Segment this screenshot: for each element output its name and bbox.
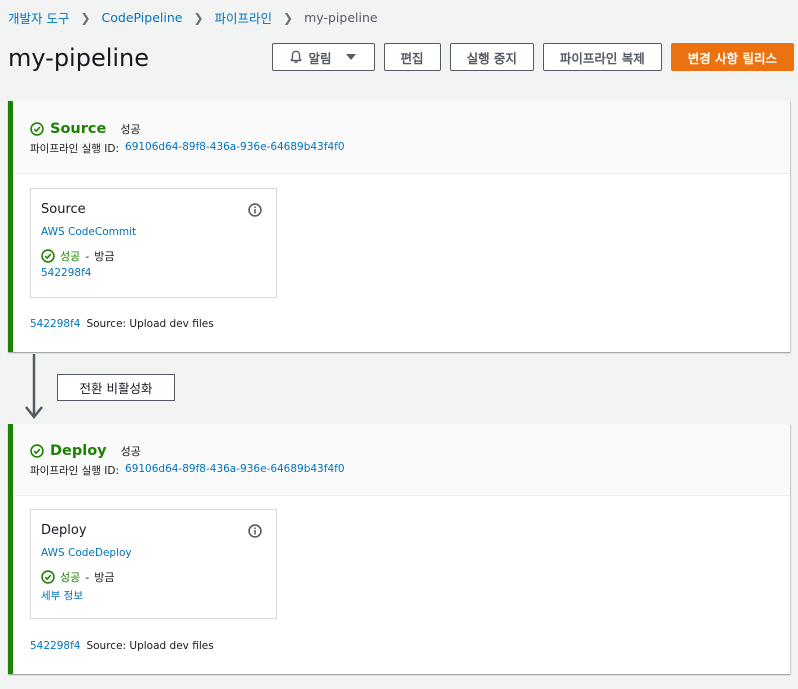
chevron-right-icon: ❯	[80, 10, 91, 25]
action-detail-link[interactable]: 542298f4	[41, 267, 266, 279]
chevron-right-icon: ❯	[193, 10, 204, 25]
commit-row: 542298f4 Source: Upload dev files	[30, 640, 214, 652]
info-icon[interactable]	[248, 203, 262, 217]
notify-button[interactable]: 알림	[271, 43, 375, 71]
action-status: 성공 - 방금	[41, 248, 266, 264]
page-title: my-pipeline	[8, 44, 150, 72]
action-status-time: 방금	[94, 250, 115, 263]
breadcrumb: 개발자 도구 ❯ CodePipeline ❯ 파이프라인 ❯ my-pipel…	[8, 8, 378, 27]
breadcrumb-pipelines[interactable]: 파이프라인	[215, 8, 273, 27]
action-card: Source AWS CodeCommit 성공 - 방금 542298f4	[30, 188, 277, 298]
status-separator: -	[85, 249, 90, 263]
commit-message: Source: Upload dev files	[86, 318, 214, 330]
execution-id-label: 파이프라인 실행 ID:	[30, 465, 120, 477]
chevron-right-icon: ❯	[283, 10, 294, 25]
action-status: 성공 - 방금	[41, 569, 266, 585]
success-check-icon	[30, 122, 44, 136]
success-check-icon	[30, 444, 44, 458]
stage-source: Source 성공 파이프라인 실행 ID: 69106d64-89f8-436…	[8, 101, 790, 352]
transition-arrow-icon	[25, 354, 43, 420]
clone-pipeline-button[interactable]: 파이프라인 복제	[542, 43, 662, 71]
success-check-icon	[41, 249, 55, 263]
stage-name: Deploy	[50, 443, 107, 459]
commit-id-link[interactable]: 542298f4	[30, 640, 80, 652]
stage-header: Deploy 성공 파이프라인 실행 ID: 69106d64-89f8-436…	[13, 424, 790, 496]
caret-down-icon	[345, 54, 356, 60]
status-separator: -	[85, 570, 90, 584]
breadcrumb-codepipeline[interactable]: CodePipeline	[102, 10, 183, 25]
action-detail-link[interactable]: 세부 정보	[41, 588, 266, 603]
stage-status: 성공	[120, 123, 141, 136]
action-provider-link[interactable]: AWS CodeDeploy	[41, 547, 266, 559]
stop-execution-button[interactable]: 실행 중지	[449, 43, 534, 71]
success-check-icon	[41, 570, 55, 584]
action-status-time: 방금	[94, 571, 115, 584]
stage-header: Source 성공 파이프라인 실행 ID: 69106d64-89f8-436…	[13, 101, 790, 174]
release-change-button[interactable]: 변경 사항 릴리스	[670, 43, 794, 71]
action-name: Deploy	[41, 523, 87, 538]
action-name: Source	[41, 202, 86, 217]
execution-id-label: 파이프라인 실행 ID:	[30, 143, 120, 155]
bell-icon	[290, 50, 302, 64]
action-provider-link[interactable]: AWS CodeCommit	[41, 226, 266, 238]
stage-status: 성공	[120, 445, 141, 458]
header-actions: 알림 편집 실행 중지 파이프라인 복제 변경 사항 릴리스	[271, 43, 794, 71]
breadcrumb-current: my-pipeline	[304, 10, 378, 25]
action-status-text: 성공	[60, 250, 81, 263]
action-status-text: 성공	[60, 571, 81, 584]
execution-id-link[interactable]: 69106d64-89f8-436a-936e-64689b43f4f0	[125, 141, 344, 156]
notify-label: 알림	[308, 50, 332, 66]
commit-id-link[interactable]: 542298f4	[30, 318, 80, 330]
stage-name: Source	[50, 121, 107, 137]
info-icon[interactable]	[248, 524, 262, 538]
commit-row: 542298f4 Source: Upload dev files	[30, 318, 214, 330]
breadcrumb-developer-tools[interactable]: 개발자 도구	[8, 8, 69, 27]
stage-deploy: Deploy 성공 파이프라인 실행 ID: 69106d64-89f8-436…	[8, 424, 790, 674]
disable-transition-button[interactable]: 전환 비활성화	[57, 374, 175, 401]
execution-id-link[interactable]: 69106d64-89f8-436a-936e-64689b43f4f0	[125, 463, 344, 478]
commit-message: Source: Upload dev files	[86, 640, 214, 652]
action-card: Deploy AWS CodeDeploy 성공 - 방금 세부 정보	[30, 509, 277, 619]
edit-button[interactable]: 편집	[383, 43, 441, 71]
